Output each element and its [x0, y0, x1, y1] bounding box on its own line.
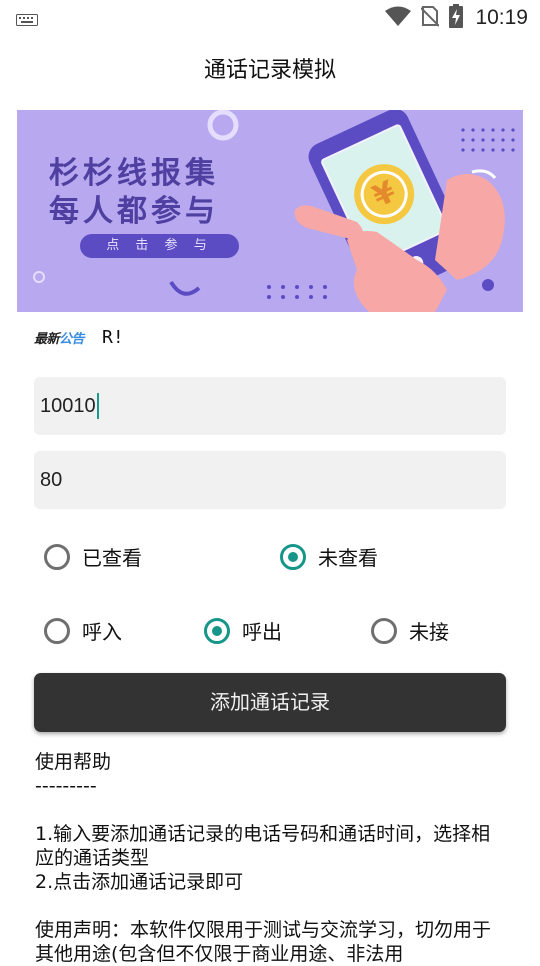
no-sim-icon [420, 5, 441, 31]
banner-headline-2: 每人都参与 [49, 194, 219, 229]
help-divider: --------- [35, 775, 97, 797]
call-duration-value: 80 [40, 468, 63, 491]
promo-banner[interactable]: ¥ 杉杉线报集 每人都参与 点 击 参 与 [17, 110, 523, 312]
status-time: 10:19 [475, 6, 528, 29]
keyboard-icon [16, 11, 38, 30]
page-title: 通话记录模拟 [203, 58, 336, 83]
help-step-1: 1.输入要添加通话记录的电话号码和通话时间，选择相应的通话类型 [35, 823, 491, 869]
radio-viewed-label: 已查看 [82, 546, 142, 570]
radio-unviewed-label: 未查看 [318, 546, 378, 570]
battery-charging-icon [449, 4, 464, 32]
help-section: 使用帮助 --------- 1.输入要添加通话记录的电话号码和通话时间，选择相… [35, 750, 505, 966]
radio-outgoing-label: 呼出 [242, 620, 282, 644]
radio-missed-circle[interactable] [371, 617, 397, 644]
radio-unviewed-circle[interactable] [280, 543, 306, 570]
status-bar: 10:19 [0, 0, 540, 36]
radio-viewed-circle[interactable] [44, 543, 70, 570]
phone-number-value: 10010 [40, 394, 96, 417]
radio-incoming-label: 呼入 [82, 620, 122, 644]
radio-incoming[interactable]: 呼入 [44, 616, 122, 645]
help-disclaimer: 使用声明：本软件仅限用于测试与交流学习，切勿用于其他用途(包含但不仅限于商业用途… [35, 919, 492, 965]
notice-text: R! [102, 326, 124, 348]
phone-number-input[interactable]: 10010 [34, 377, 506, 435]
banner-join-button[interactable]: 点 击 参 与 [80, 234, 239, 258]
radio-incoming-circle[interactable] [44, 617, 70, 644]
radio-missed[interactable]: 未接 [371, 616, 449, 645]
call-duration-input[interactable]: 80 [34, 451, 506, 509]
wifi-icon [385, 6, 412, 30]
help-step-2: 2.点击添加通话记录即可 [35, 871, 244, 893]
radio-viewed[interactable]: 已查看 [44, 542, 142, 571]
radio-outgoing[interactable]: 呼出 [204, 616, 282, 645]
radio-outgoing-circle[interactable] [204, 617, 230, 644]
add-call-record-button[interactable]: 添加通话记录 [34, 673, 506, 732]
notice-bar[interactable]: 最新公告 R! [34, 326, 124, 348]
radio-unviewed[interactable]: 未查看 [280, 542, 378, 571]
radio-missed-label: 未接 [409, 620, 449, 644]
notice-logo: 最新公告 [34, 331, 85, 347]
text-cursor [96, 393, 99, 419]
help-title: 使用帮助 [35, 751, 112, 773]
